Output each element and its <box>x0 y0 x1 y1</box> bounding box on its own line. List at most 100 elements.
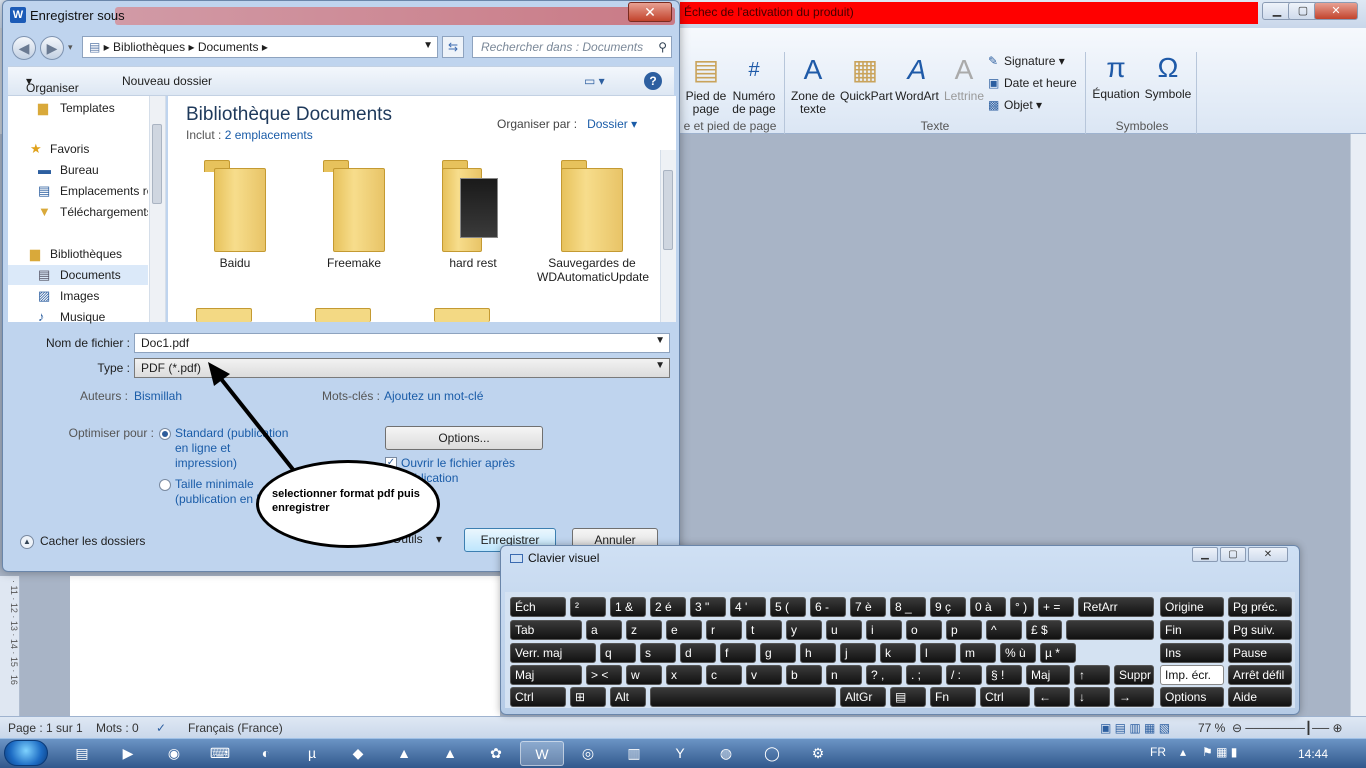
nav-item-music[interactable]: ♪ Musique <box>8 307 148 327</box>
key->-<[interactable]: > < <box>586 665 622 685</box>
key-6--[interactable]: 6 - <box>810 597 846 617</box>
document-page[interactable] <box>70 576 500 716</box>
back-icon[interactable]: ◀ <box>12 36 36 60</box>
filename-input[interactable]: Doc1.pdf ▼ <box>134 333 670 353</box>
key-ins[interactable]: Ins <box>1160 643 1224 663</box>
key-arrêt-défil[interactable]: Arrêt défil <box>1228 665 1292 685</box>
nav-item-documents[interactable]: ▤ Documents <box>8 265 148 285</box>
key-pg-suiv.[interactable]: Pg suiv. <box>1228 620 1292 640</box>
language-indicator[interactable]: FR <box>1150 745 1166 759</box>
globe-icon[interactable]: ◯ <box>750 741 794 766</box>
key-d[interactable]: d <box>680 643 716 663</box>
nav-item-libraries[interactable]: ▆ Bibliothèques <box>8 244 148 264</box>
key-?-,[interactable]: ? , <box>866 665 902 685</box>
tray-arrow-icon[interactable]: ▴ <box>1180 745 1186 759</box>
arrange-by-dropdown[interactable]: Dossier ▾ <box>587 117 637 131</box>
key-^[interactable]: ^ <box>986 620 1022 640</box>
textbox-button[interactable]: A Zone de texte <box>790 54 836 116</box>
key-t[interactable]: t <box>746 620 782 640</box>
key-£-$[interactable]: £ $ <box>1026 620 1062 640</box>
view-icon[interactable]: ▭ ▾ <box>584 74 605 88</box>
key-fin[interactable]: Fin <box>1160 620 1224 640</box>
zoom-level[interactable]: 77 % <box>1198 721 1225 735</box>
key-l[interactable]: l <box>920 643 956 663</box>
folder-item[interactable]: hard rest <box>418 160 528 270</box>
key-p[interactable]: p <box>946 620 982 640</box>
key-2-é[interactable]: 2 é <box>650 597 686 617</box>
key-fn[interactable]: Fn <box>930 687 976 707</box>
dropbox-icon[interactable]: ◆ <box>336 741 380 766</box>
options-button[interactable]: Options... <box>385 426 543 450</box>
history-dropdown-icon[interactable]: ▾ <box>68 42 73 53</box>
key-o[interactable]: o <box>906 620 942 640</box>
key-suppr[interactable]: Suppr <box>1114 665 1154 685</box>
key-a[interactable]: a <box>586 620 622 640</box>
nav-item-templates[interactable]: ▆ Templates <box>8 98 148 118</box>
hide-folders-button[interactable]: ▲ Cacher les dossiers <box>20 534 145 549</box>
key-↓[interactable]: ↓ <box>1074 687 1110 707</box>
start-button[interactable] <box>4 740 48 766</box>
footer-button[interactable]: ▤ Pied de page <box>684 54 728 116</box>
key-retarr[interactable]: RetArr <box>1078 597 1154 617</box>
key-pg-préc.[interactable]: Pg préc. <box>1228 597 1292 617</box>
key-/-:[interactable]: / : <box>946 665 982 685</box>
key-⊞[interactable]: ⊞ <box>570 687 606 707</box>
refresh-icon[interactable]: ⇆ <box>442 36 464 58</box>
new-folder-button[interactable]: Nouveau dossier <box>122 74 212 88</box>
chevron-down-icon[interactable]: ▼ <box>423 40 433 51</box>
breadcrumb-libraries[interactable]: Bibliothèques <box>113 40 185 54</box>
close-icon[interactable]: ✕ <box>1248 547 1288 562</box>
key-ctrl[interactable]: Ctrl <box>510 687 566 707</box>
key-²[interactable]: ² <box>570 597 606 617</box>
radio-standard[interactable] <box>159 428 171 440</box>
breadcrumb-documents[interactable]: Documents <box>198 40 259 54</box>
vertical-scrollbar[interactable] <box>1350 134 1366 716</box>
key-q[interactable]: q <box>600 643 636 663</box>
key-pause[interactable]: Pause <box>1228 643 1292 663</box>
radio-minimal[interactable] <box>159 479 171 491</box>
nav-scrollbar[interactable] <box>149 96 165 322</box>
vlc-icon[interactable]: ▲ <box>428 741 472 766</box>
notes-icon[interactable]: ▥ <box>612 741 656 766</box>
include-locations-link[interactable]: 2 emplacements <box>225 128 313 142</box>
key-°-)[interactable]: ° ) <box>1010 597 1034 617</box>
chevron-down-icon[interactable]: ▼ <box>655 335 665 346</box>
key-s[interactable]: s <box>640 643 676 663</box>
keyboard-icon[interactable]: ⌨ <box>198 741 242 766</box>
torrent-icon[interactable]: µ <box>290 741 334 766</box>
page-number-button[interactable]: # Numéro de page <box>730 54 778 116</box>
key-j[interactable]: j <box>840 643 876 663</box>
app-icon[interactable]: ✿ <box>474 741 518 766</box>
content-scrollbar[interactable] <box>660 150 676 322</box>
nav-item-recent-places[interactable]: ▤ Emplacements ré <box>8 181 148 201</box>
app3-icon[interactable]: ⚙ <box>796 741 840 766</box>
key-z[interactable]: z <box>626 620 662 640</box>
clock[interactable]: 14:44 <box>1298 747 1328 761</box>
folder-icon[interactable] <box>434 308 490 322</box>
firefox-icon[interactable]: ◐ <box>244 741 288 766</box>
tray-icons[interactable]: ⚑ ▦ ▮ <box>1202 745 1237 759</box>
key-g[interactable]: g <box>760 643 796 663</box>
help-icon[interactable]: ? <box>644 72 662 90</box>
browser-icon[interactable]: ◎ <box>566 741 610 766</box>
language-status[interactable]: Français (France) <box>188 721 283 735</box>
symbol-button[interactable]: Ω Symbole <box>1142 52 1194 101</box>
forward-icon[interactable]: ▶ <box>40 36 64 60</box>
close-icon[interactable]: ✕ <box>1314 2 1358 20</box>
key-maj[interactable]: Maj <box>1026 665 1070 685</box>
minimize-icon[interactable]: ▁ <box>1192 547 1218 562</box>
key-h[interactable]: h <box>800 643 836 663</box>
key-7-è[interactable]: 7 è <box>850 597 886 617</box>
key-←[interactable]: ← <box>1034 687 1070 707</box>
key-0-à[interactable]: 0 à <box>970 597 1006 617</box>
folder-item[interactable]: Freemake <box>299 160 409 270</box>
close-icon[interactable]: ✕ <box>628 2 672 22</box>
word-taskbar-icon[interactable]: W <box>520 741 564 766</box>
key-alt[interactable]: Alt <box>610 687 646 707</box>
key-x[interactable]: x <box>666 665 702 685</box>
chrome-icon[interactable]: ◉ <box>152 741 196 766</box>
key-enter[interactable] <box>1066 620 1154 640</box>
maximize-icon[interactable]: ▢ <box>1220 547 1246 562</box>
view-buttons-icon[interactable]: ▣ ▤ ▥ ▦ ▧ <box>1100 721 1170 735</box>
key-aide[interactable]: Aide <box>1228 687 1292 707</box>
